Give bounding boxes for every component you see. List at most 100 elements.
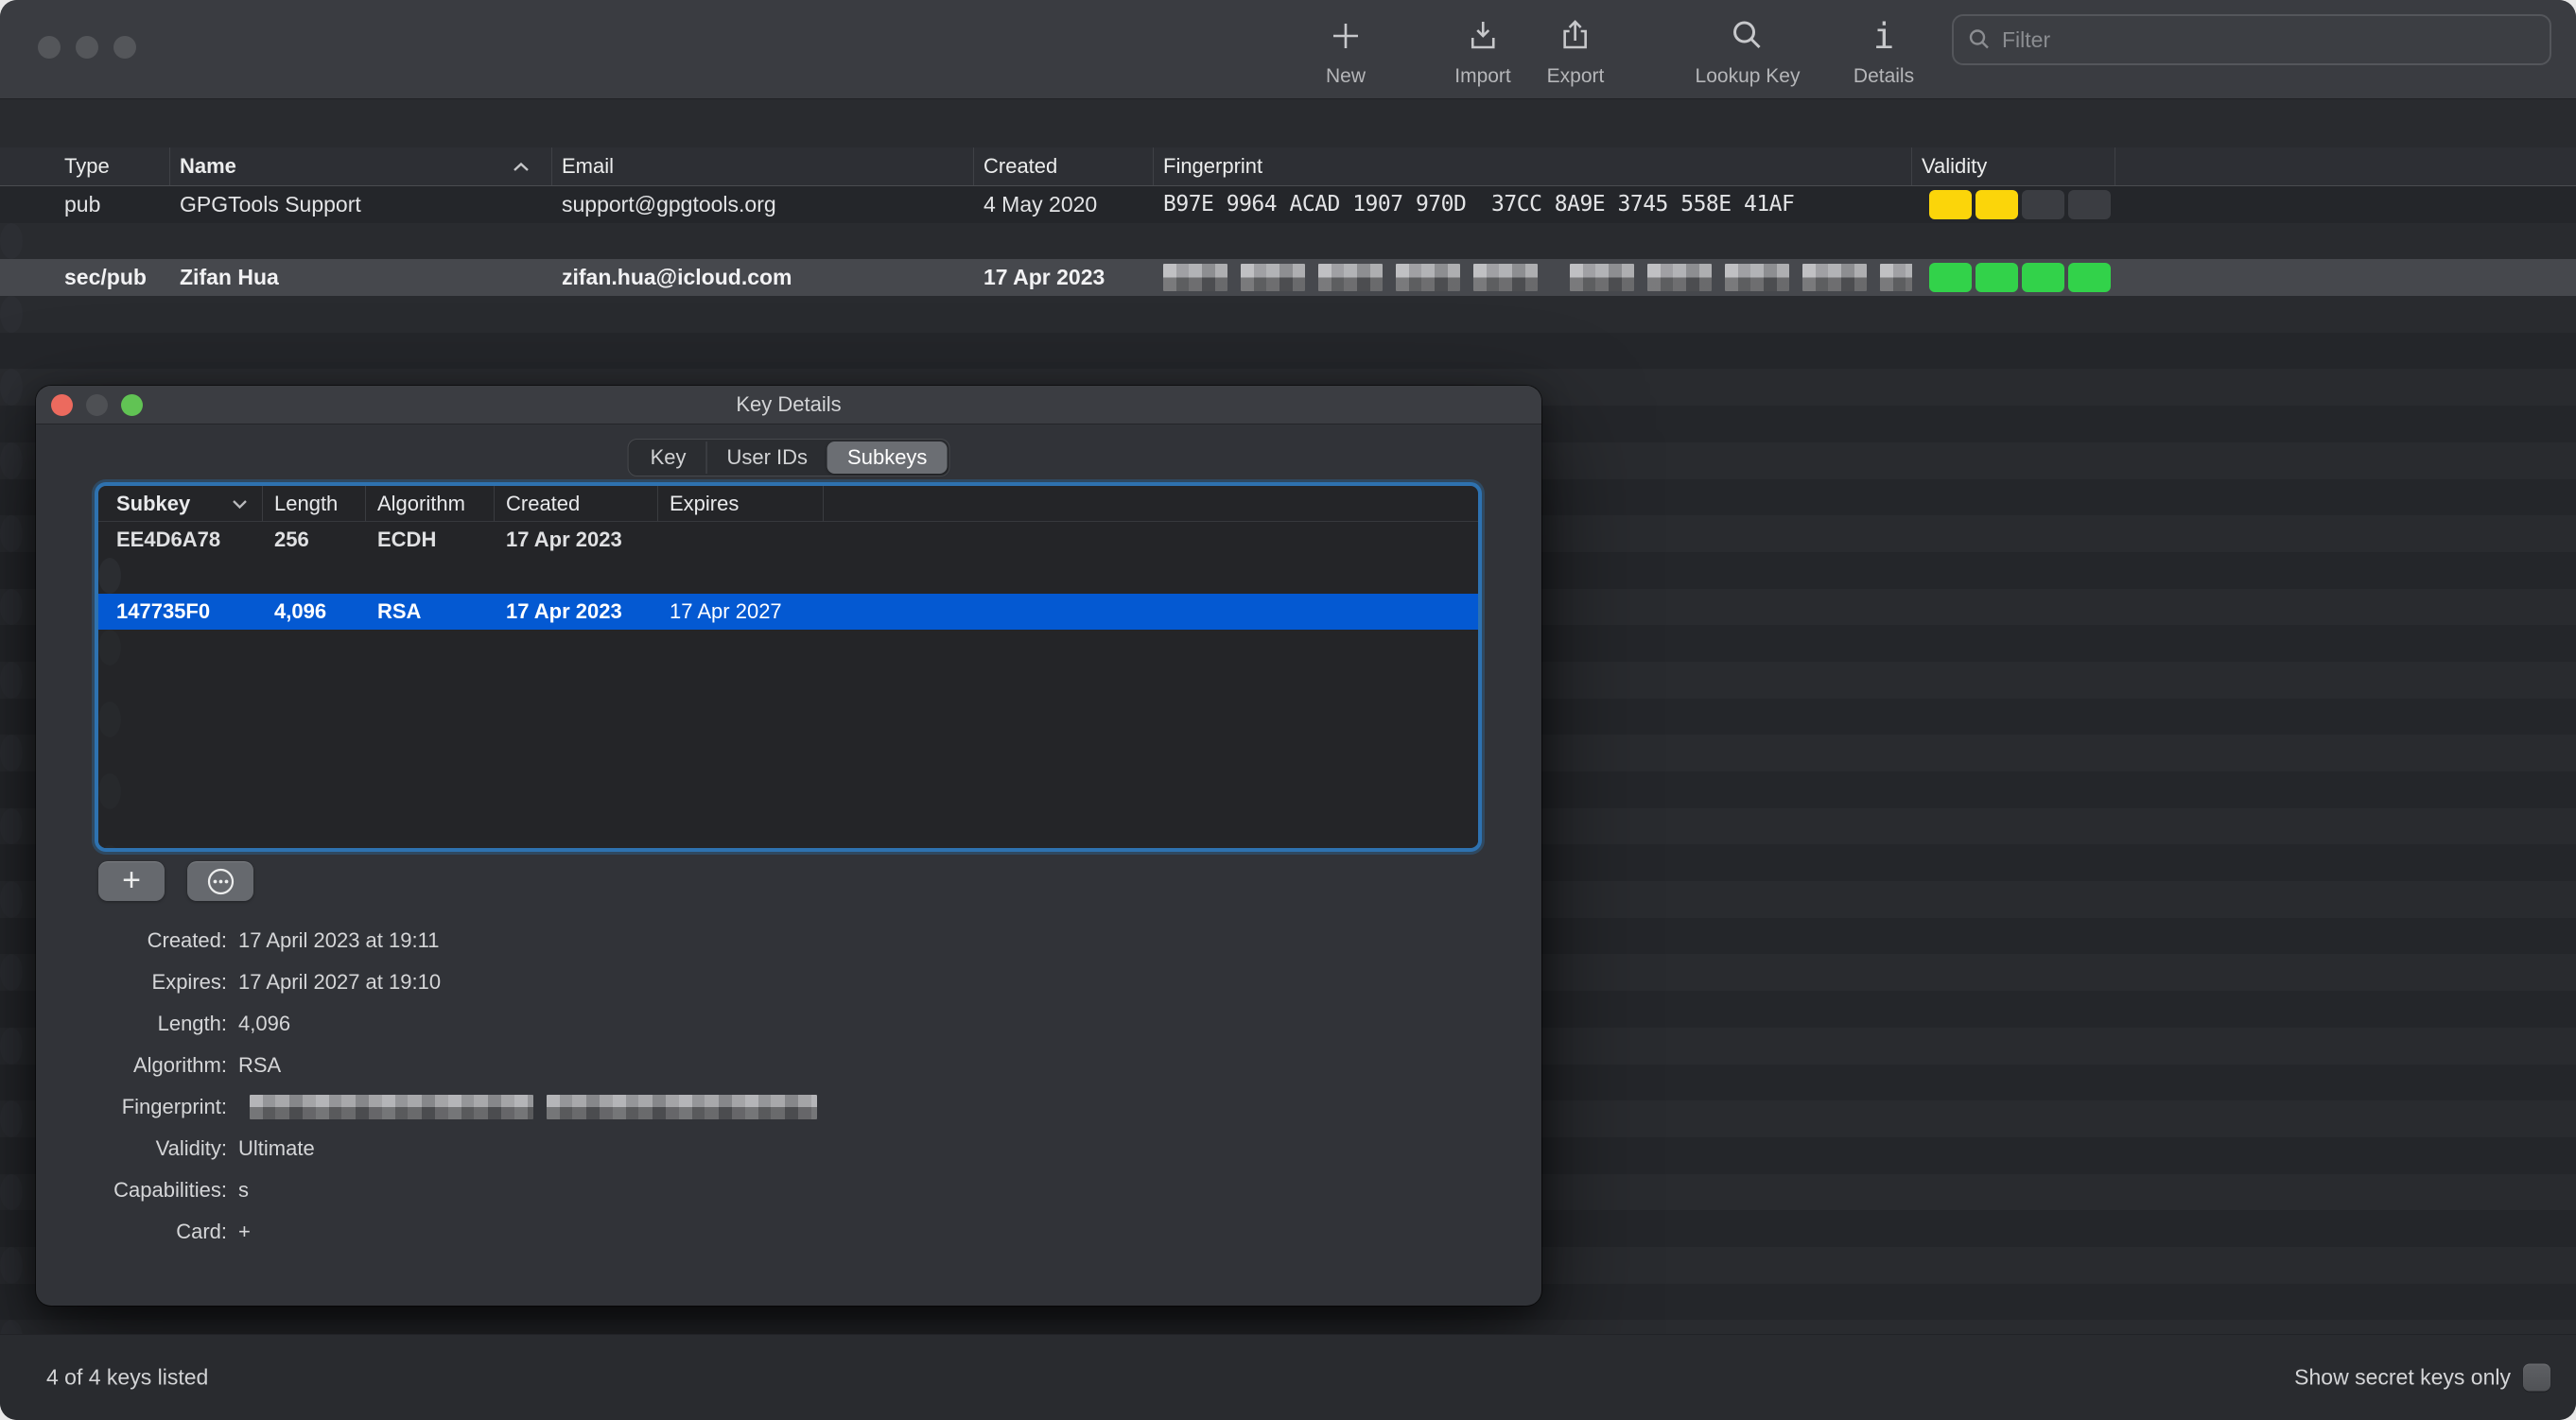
export-label: Export xyxy=(1546,65,1605,87)
window-controls xyxy=(38,36,136,59)
subkey-algorithm: ECDH xyxy=(377,528,437,551)
key-row-gpgtools-support[interactable]: pub GPGTools Support support@gpgtools.or… xyxy=(0,186,2576,223)
empty-list-row xyxy=(0,954,23,992)
empty-list-row xyxy=(0,515,23,552)
main-titlebar: New Import Export Lookup Key i Details F… xyxy=(0,0,2576,99)
plus-icon xyxy=(1327,15,1365,57)
key-created: 4 May 2020 xyxy=(983,191,1098,216)
ellipsis-circle-icon xyxy=(206,867,235,896)
import-label: Import xyxy=(1454,65,1511,87)
export-button[interactable]: Export xyxy=(1546,15,1605,88)
key-type: sec/pub xyxy=(64,265,147,290)
key-name: GPGTools Team xyxy=(64,223,74,260)
key-email: zifan.hua@icloud.com xyxy=(562,265,792,290)
gpg-keychain-window: New Import Export Lookup Key i Details F… xyxy=(0,0,2576,1420)
detail-row-validity: Validity: Ultimate xyxy=(155,1136,315,1160)
key-fingerprint: B97E 9964 ACAD 1907 970D 37CC 8A9E 3745 … xyxy=(1163,192,1795,217)
keys-count-status: 4 of 4 keys listed xyxy=(46,1364,209,1390)
lookup-key-button[interactable]: Lookup Key xyxy=(1696,15,1800,88)
column-header-fingerprint[interactable]: Fingerprint xyxy=(1154,147,1912,185)
key-fingerprint xyxy=(1154,259,1912,296)
column-header-length[interactable]: Length xyxy=(263,486,366,521)
subkey-algorithm: ECDH xyxy=(128,563,139,588)
key-name: Zifan Hua xyxy=(180,265,279,290)
empty-list-row xyxy=(0,735,23,771)
column-header-name[interactable]: Name xyxy=(170,147,552,185)
dialog-titlebar[interactable]: Key Details xyxy=(36,386,1541,424)
search-icon xyxy=(1729,15,1767,57)
empty-list-row xyxy=(0,881,23,918)
key-fingerprint: 85E3 8F69 046B 44C1 EC9F B07B 76D7 8F05 … xyxy=(93,223,102,260)
column-header-subkey[interactable]: Subkey xyxy=(98,486,263,521)
zoom-window-button[interactable] xyxy=(113,36,136,59)
dialog-close-button[interactable] xyxy=(51,394,73,416)
subkey-length: 256 xyxy=(116,563,128,588)
subkey-algorithm: RSA xyxy=(377,599,422,623)
column-header-empty xyxy=(824,486,1478,521)
redacted-fingerprint xyxy=(1163,264,1912,292)
show-secret-keys-label: Show secret keys only xyxy=(2294,1364,2511,1390)
subkey-created: 17 Apr 2023 xyxy=(506,599,622,623)
empty-list-row xyxy=(0,1320,23,1335)
empty-list-row xyxy=(0,1100,23,1137)
empty-list-row xyxy=(0,1173,23,1211)
empty-list-row xyxy=(0,588,23,626)
key-row-gpgtools-team[interactable]: pub GPGTools Team team@gpgtools.org 19 A… xyxy=(0,222,23,260)
empty-list-row xyxy=(0,332,2576,370)
add-subkey-button[interactable]: + xyxy=(98,861,165,901)
key-validity xyxy=(1912,259,2115,296)
column-header-type[interactable]: Type xyxy=(0,147,170,185)
column-header-created[interactable]: Created xyxy=(974,147,1154,185)
new-key-button[interactable]: New xyxy=(1326,15,1366,88)
key-row-zifan-icloud[interactable]: sec/pub Zifan Hua zifan.hua@icloud.com 1… xyxy=(0,259,2576,297)
detail-row-algorithm: Algorithm: RSA xyxy=(132,1053,282,1077)
column-header-email[interactable]: Email xyxy=(552,147,974,185)
subkey-empty-rows xyxy=(98,630,1478,848)
subkey-table-header: Subkey Length Algorithm Created Expires xyxy=(98,486,1478,522)
subkey-row-147735f0[interactable]: 147735F0 4,096 RSA 17 Apr 2023 17 Apr 20… xyxy=(98,594,1478,630)
close-window-button[interactable] xyxy=(38,36,61,59)
empty-list-row xyxy=(0,1027,23,1065)
key-fingerprint xyxy=(93,296,102,333)
key-row-zifan-gmail[interactable]: sec/pub Zifan Hua huazifan@gmail.com 14 … xyxy=(0,296,23,333)
column-header-validity[interactable]: Validity xyxy=(1912,147,2115,185)
column-header-expires[interactable]: Expires xyxy=(658,486,824,521)
export-icon xyxy=(1557,15,1594,57)
key-email: huazifan@gmail.com xyxy=(74,296,83,333)
dialog-zoom-button[interactable] xyxy=(121,394,143,416)
key-email: team@gpgtools.org xyxy=(74,223,83,260)
dialog-minimize-button xyxy=(86,394,108,416)
detail-tabs: Key User IDs Subkeys xyxy=(627,439,950,476)
tab-key[interactable]: Key xyxy=(631,442,706,474)
empty-list-row xyxy=(0,442,23,479)
empty-subkey-row xyxy=(98,845,121,848)
key-created: 14 Mar 2022 xyxy=(83,296,93,333)
detail-row-length: Length: 4,096 xyxy=(157,1012,291,1035)
redacted-fingerprint xyxy=(250,1095,817,1119)
subkey-actions-button[interactable] xyxy=(187,861,253,901)
detail-row-card: Card: + xyxy=(176,1220,251,1243)
column-header-created[interactable]: Created xyxy=(495,486,658,521)
tab-subkeys[interactable]: Subkeys xyxy=(827,442,948,474)
empty-subkey-row xyxy=(98,809,1478,845)
dialog-window-controls xyxy=(51,394,143,416)
subkey-length: 256 xyxy=(274,528,309,551)
detail-row-fingerprint: Fingerprint: xyxy=(36,1086,1541,1128)
key-type: pub xyxy=(0,223,64,260)
key-type: sec/pub xyxy=(0,296,64,333)
subkey-row-540dc437[interactable]: 540DC437 256 ECDH 17 Apr 2023 15 Apr 202… xyxy=(98,558,121,594)
subkey-id: 540DC437 xyxy=(98,563,116,588)
column-header-algorithm[interactable]: Algorithm xyxy=(366,486,495,521)
tab-user-ids[interactable]: User IDs xyxy=(705,442,827,474)
subkey-row-ee4d6a78[interactable]: EE4D6A78 256 ECDH 17 Apr 2023 xyxy=(98,522,1478,558)
filter-field[interactable]: Filter xyxy=(1952,14,2551,65)
import-button[interactable]: Import xyxy=(1454,15,1511,88)
subkey-details: Created: 17 April 2023 at 19:11 Expires: 1… xyxy=(36,920,1541,1253)
subkey-id: EE4D6A78 xyxy=(116,528,221,551)
show-secret-keys-checkbox[interactable] xyxy=(2523,1363,2550,1392)
subkey-expires: 15 Apr 2028 xyxy=(150,563,162,588)
detail-row-expires: Expires: 17 April 2027 at 19:10 xyxy=(151,970,442,994)
subkey-length: 4,096 xyxy=(274,599,327,623)
minimize-window-button[interactable] xyxy=(76,36,98,59)
details-button[interactable]: i Details xyxy=(1854,15,1914,88)
